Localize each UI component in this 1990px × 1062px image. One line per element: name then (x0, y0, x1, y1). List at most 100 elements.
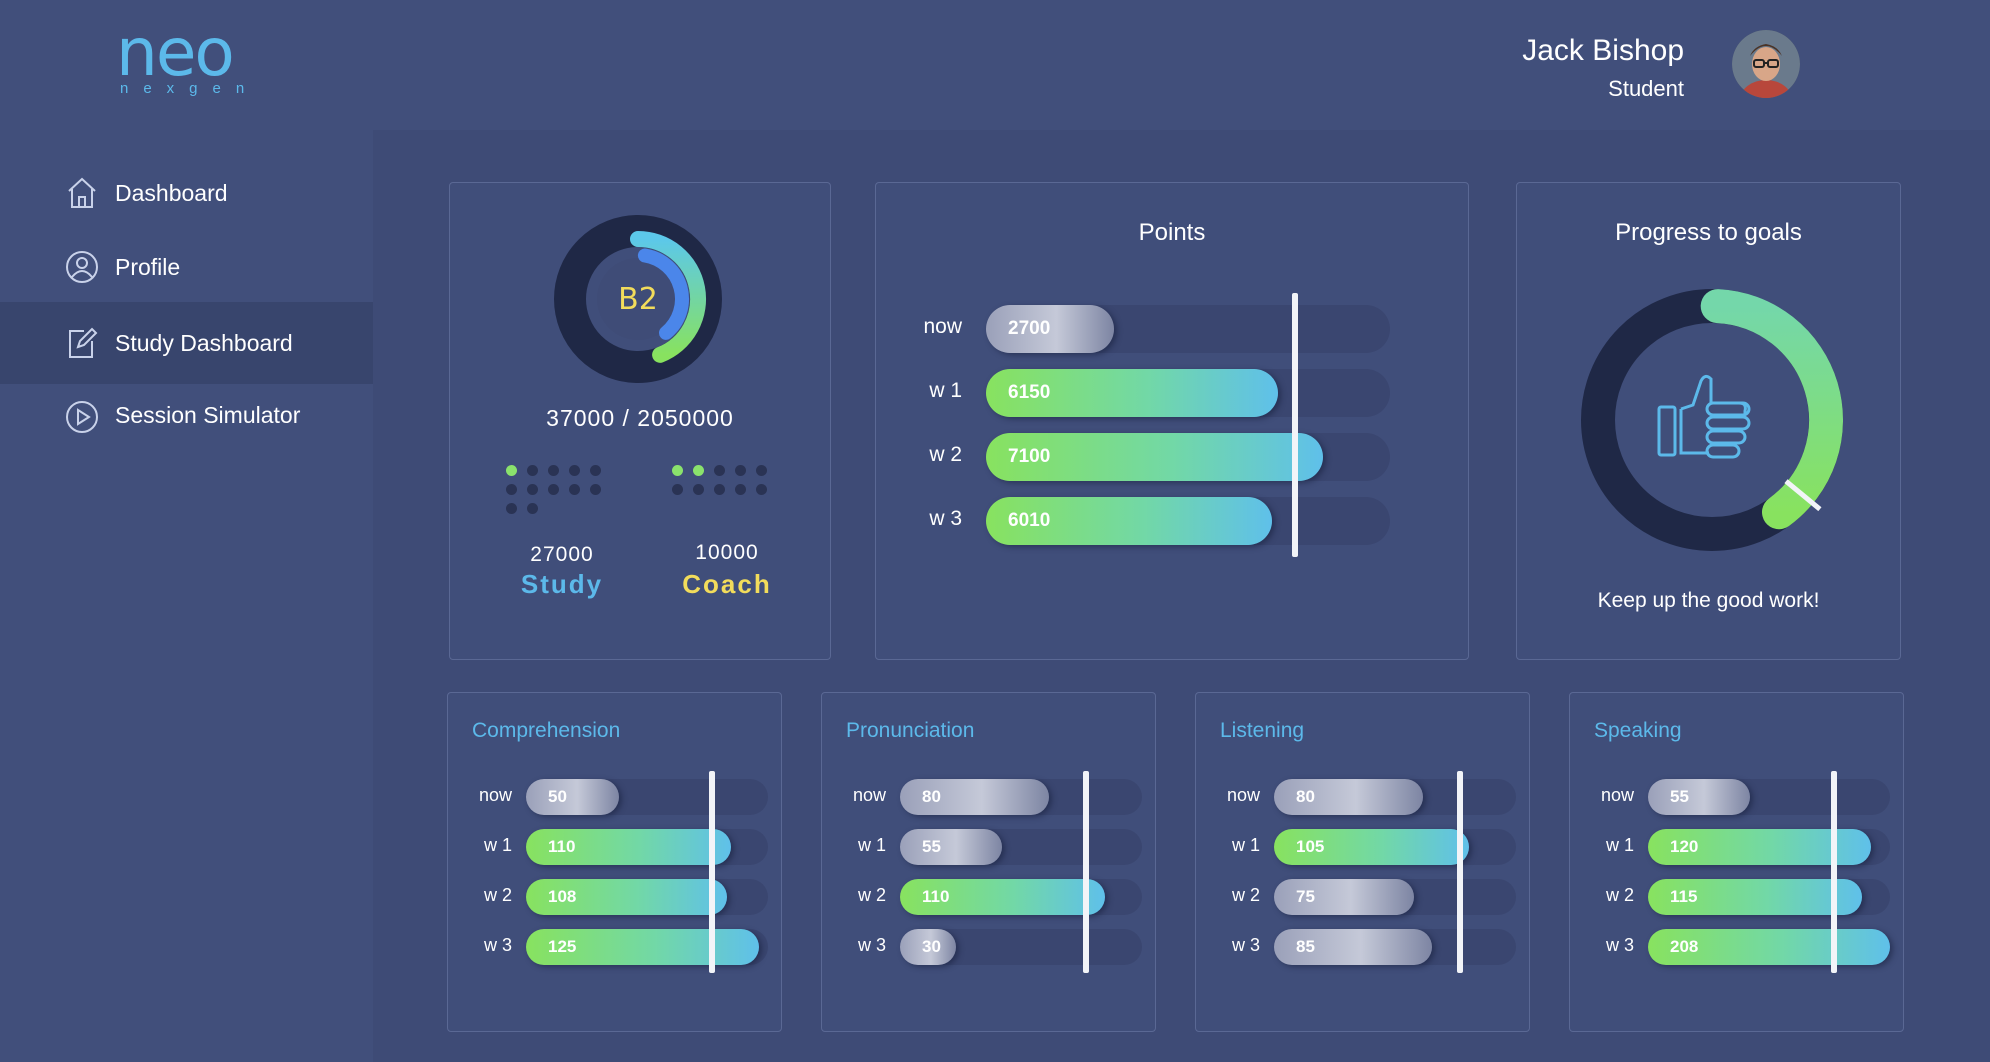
sidebar-item-label: Study Dashboard (115, 329, 293, 356)
bar-track: 108 (526, 879, 768, 915)
dot-empty (672, 484, 683, 495)
row-label: w 1 (483, 835, 512, 855)
edit-icon (69, 327, 98, 358)
bar-track: 75 (1274, 879, 1516, 915)
bar-value: 50 (548, 787, 567, 806)
bar-value: 2700 (1008, 318, 1051, 339)
skill-card-pronunciation: Pronunciation now 80 w 1 55 w 2 110 w 3 30 (821, 692, 1156, 1032)
points-title: Points (1138, 219, 1206, 246)
row-label: now (478, 785, 512, 805)
bar-track: 110 (900, 879, 1142, 915)
bar-value: 208 (1670, 937, 1699, 956)
row-label: w 3 (483, 935, 512, 955)
bar-value: 120 (1670, 837, 1699, 856)
bar-track: 110 (526, 829, 768, 865)
study-dots (506, 465, 601, 514)
row-label: w 1 (929, 379, 962, 402)
skill-card-listening: Listening now 80 w 1 105 w 2 75 w 3 85 (1195, 692, 1530, 1032)
bar-track: 85 (1274, 929, 1516, 965)
header: neo nexgen Jack Bishop Student (0, 0, 1990, 130)
bar-track: 55 (1648, 779, 1890, 815)
coach-value: 10000 (695, 541, 759, 564)
logo-subtitle: nexgen (120, 80, 260, 97)
bar-track: 105 (1274, 829, 1516, 865)
bar-value: 80 (922, 787, 941, 806)
skill-title: Comprehension (472, 719, 621, 742)
sidebar-item-study-dashboard[interactable]: Study Dashboard (0, 302, 373, 384)
user-role: Student (1608, 76, 1684, 101)
target-marker (1831, 771, 1838, 973)
points-card: Points now 2700 w 1 6150 w 2 7100 w 3 6010 (875, 182, 1469, 660)
bar-value: 125 (548, 937, 577, 956)
dot-empty (590, 484, 601, 495)
dot-empty (527, 465, 538, 476)
row-label: w 2 (929, 443, 962, 466)
dot-filled (506, 465, 517, 476)
skill-card-speaking: Speaking now 55 w 1 120 w 2 115 w 3 208 (1569, 692, 1904, 1032)
dot-empty (506, 503, 517, 514)
bar-track: 120 (1648, 829, 1890, 865)
goals-progress-arc (1700, 289, 1843, 530)
sidebar-item-dashboard[interactable]: Dashboard (0, 152, 373, 234)
sidebar-item-label: Session Simulator (115, 401, 301, 428)
dot-filled (693, 465, 704, 476)
bar-value: 110 (922, 887, 950, 906)
user-name[interactable]: Jack Bishop (1522, 34, 1684, 68)
sidebar-item-profile[interactable]: Profile (0, 226, 373, 308)
bar-track: 6010 (986, 497, 1390, 545)
level-progress-text: 37000 / 2050000 (546, 405, 734, 431)
bar-value: 75 (1296, 887, 1315, 906)
dot-empty (756, 484, 767, 495)
bar-track: 80 (900, 779, 1142, 815)
target-marker (1457, 771, 1464, 973)
row-label: w 2 (857, 885, 886, 905)
bar-track: 125 (526, 929, 768, 965)
dot-empty (506, 484, 517, 495)
row-label: now (923, 315, 962, 338)
logo[interactable]: neo nexgen (116, 14, 276, 100)
sidebar-item-label: Dashboard (115, 179, 228, 206)
row-label: now (1600, 785, 1634, 805)
level-card: B2 37000 / 2050000 27000 Study 10000 Coa… (449, 182, 831, 660)
coach-dots (672, 465, 767, 495)
row-label: w 3 (857, 935, 886, 955)
skill-title: Pronunciation (846, 719, 975, 742)
sidebar: Dashboard Profile Study Dashboard Sessio… (0, 130, 373, 1062)
avatar[interactable] (1732, 30, 1800, 98)
goals-title: Progress to goals (1615, 219, 1802, 246)
dot-empty (527, 484, 538, 495)
dot-empty (527, 503, 538, 514)
bar-track: 7100 (986, 433, 1390, 481)
dot-empty (735, 484, 746, 495)
target-marker (1083, 771, 1090, 973)
user-icon (66, 251, 98, 283)
row-label: now (1226, 785, 1260, 805)
bar-track: 80 (1274, 779, 1516, 815)
dot-empty (569, 484, 580, 495)
bar-value: 30 (922, 937, 941, 956)
bar-track: 208 (1648, 929, 1890, 965)
bar-fill (1274, 879, 1414, 915)
study-value: 27000 (530, 543, 594, 566)
sidebar-item-label: Profile (115, 253, 181, 280)
dot-empty (548, 484, 559, 495)
bar-track: 55 (900, 829, 1142, 865)
bar-track: 30 (900, 929, 1142, 965)
bar-value: 55 (1670, 787, 1689, 806)
bar-value: 105 (1296, 837, 1325, 856)
bar-value: 110 (548, 837, 576, 856)
dot-empty (548, 465, 559, 476)
dot-empty (714, 484, 725, 495)
home-icon (68, 177, 96, 208)
row-label: w 3 (929, 507, 962, 530)
goals-message: Keep up the good work! (1597, 589, 1820, 612)
goals-card: Progress to goals Keep up the good work! (1516, 182, 1901, 660)
bar-value: 6010 (1008, 510, 1051, 531)
bar-fill (526, 779, 620, 815)
bar-track: 6150 (986, 369, 1390, 417)
sidebar-item-session-simulator[interactable]: Session Simulator (0, 374, 373, 456)
bar-value: 6150 (1008, 382, 1051, 403)
bar-value: 85 (1296, 937, 1315, 956)
row-label: w 3 (1231, 935, 1260, 955)
thumbs-up-icon (1657, 374, 1751, 459)
